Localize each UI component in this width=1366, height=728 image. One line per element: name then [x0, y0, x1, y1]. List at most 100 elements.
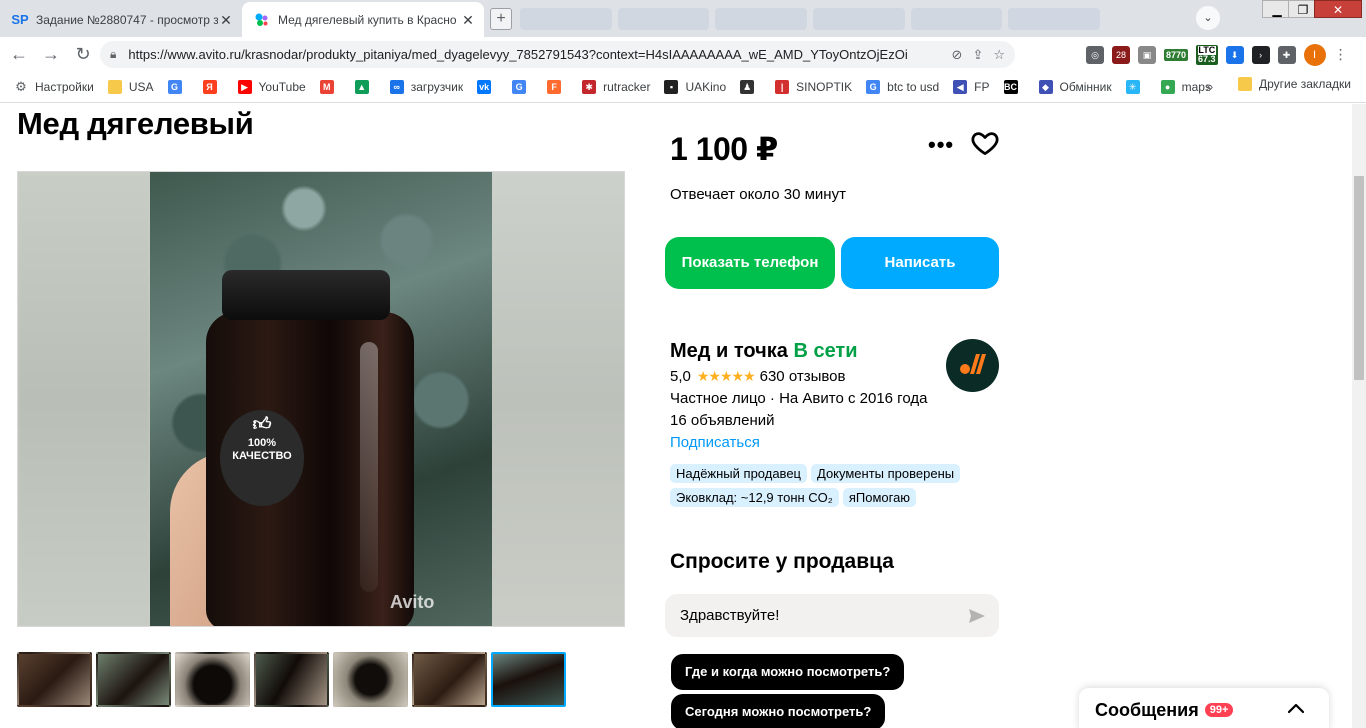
share-icon[interactable]: ⇪ — [972, 47, 983, 63]
bookmark-item[interactable]: ◆ Обмінник — [1038, 79, 1112, 94]
terminal-icon[interactable]: › — [1251, 45, 1270, 64]
seller-ads-count[interactable]: 16 объявлений — [670, 412, 775, 429]
bookmark-item[interactable]: G — [512, 79, 533, 94]
seller-name[interactable]: Мед и точка В сети — [670, 340, 858, 363]
bookmark-item[interactable]: Gbtc to usd — [866, 79, 940, 94]
profile-avatar[interactable]: I — [1303, 43, 1326, 66]
close-icon[interactable]: ✕ — [218, 12, 234, 28]
badge-documents[interactable]: Документы проверены — [811, 464, 961, 483]
ask-input-value[interactable]: Здравствуйте! — [680, 607, 779, 624]
thumbnail[interactable] — [254, 652, 329, 707]
yandex-icon: Я — [202, 79, 217, 94]
browser-tab-strip: SP Задание №2880747 - просмотр з ✕ Мед д… — [0, 0, 1366, 37]
bookmark-item[interactable]: ✱ rutracker — [582, 79, 650, 94]
subscribe-link[interactable]: Подписаться — [670, 434, 760, 451]
thumbnail[interactable] — [96, 652, 171, 707]
bookmark-label: загрузчик — [410, 79, 464, 94]
extensions-area: ◎ 28 ▣ 8770 LTC 67.3 ⬇ › ✚ I ⋮ — [1086, 41, 1348, 68]
badge-reliable[interactable]: Надёжный продавец — [670, 464, 807, 483]
write-message-button[interactable]: Написать — [841, 237, 999, 289]
ublock-icon[interactable]: 28 — [1112, 45, 1130, 64]
thumbnail[interactable] — [412, 652, 487, 707]
bookmark-item[interactable]: USA — [107, 79, 154, 94]
bookmark-item[interactable]: ∞ загрузчик — [389, 79, 464, 94]
bookmark-item[interactable]: ▶ YouTube — [237, 79, 306, 94]
background-tabs — [520, 8, 1101, 30]
url-text[interactable]: https://www.avito.ru/krasnodar/produkty_… — [128, 47, 941, 62]
seller-logo-icon — [960, 354, 986, 374]
bookmark-label: UAKino — [685, 79, 727, 94]
other-bookmarks-folder[interactable]: Другие закладки — [1238, 77, 1351, 91]
address-bar[interactable]: 🔒︎ https://www.avito.ru/krasnodar/produk… — [100, 41, 1015, 68]
drive-icon: ▲ — [354, 79, 369, 94]
badge-help[interactable]: яПомогаю — [842, 488, 917, 507]
close-window-button[interactable]: ✕ — [1314, 0, 1362, 18]
bookmark-item[interactable]: ▪ UAKino — [664, 79, 727, 94]
quick-question-chip[interactable]: Сегодня можно посмотреть? — [671, 694, 886, 728]
badge-eco[interactable]: Эковклад: ~12,9 тонн CO₂ — [670, 488, 839, 507]
bookmark-label: btc to usd — [887, 79, 940, 94]
send-icon[interactable] — [967, 606, 987, 626]
back-icon[interactable]: ← — [6, 41, 32, 67]
bookmark-item[interactable]: BC — [1003, 79, 1025, 94]
favorite-heart-icon[interactable] — [970, 128, 1000, 158]
seller-rating[interactable]: 5,0 ★★★★★ 630 отзывов — [670, 368, 845, 385]
reload-icon[interactable]: ↻ — [70, 41, 96, 67]
reviews-count[interactable]: 630 отзывов — [760, 368, 846, 385]
thumbnail[interactable] — [175, 652, 250, 707]
blocked-popup-icon[interactable]: ⊘ — [952, 47, 963, 63]
show-phone-button[interactable]: Показать телефон — [665, 237, 835, 289]
thumbnail[interactable] — [333, 652, 408, 707]
bookmark-item[interactable]: ♟ — [740, 79, 761, 94]
google-icon: G — [167, 79, 182, 94]
globe-icon[interactable]: ◎ — [1086, 45, 1104, 64]
bookmark-item[interactable]: Я — [202, 79, 224, 94]
lock-icon[interactable]: 🔒︎ — [110, 47, 116, 62]
browser-toolbar: ← → ↻ 🔒︎ https://www.avito.ru/krasnodar/… — [0, 37, 1366, 71]
briefcase-icon[interactable]: ▣ — [1138, 45, 1156, 64]
sinoptik-icon: | — [775, 79, 790, 94]
thumbnail[interactable] — [17, 652, 92, 707]
close-icon[interactable]: ✕ — [460, 12, 476, 28]
bookmark-label: Обмінник — [1059, 79, 1112, 94]
sticker-bottom: КАЧЕСТВО — [232, 450, 292, 462]
forward-icon[interactable]: → — [38, 41, 64, 67]
page-scrollbar[interactable] — [1352, 104, 1366, 728]
gmail-icon: M — [319, 79, 334, 94]
bookmark-star-icon[interactable]: ☆ — [993, 47, 1005, 63]
puzzle-icon[interactable]: ✚ — [1277, 45, 1296, 64]
quick-question-chip[interactable]: Где и когда можно посмотреть? — [671, 654, 905, 690]
bookmark-item[interactable]: vk — [477, 79, 498, 94]
btc-price-badge[interactable]: 8770 — [1164, 48, 1189, 61]
bookmark-item[interactable]: G — [167, 79, 189, 94]
kebab-menu-icon[interactable]: ⋮ — [1334, 46, 1348, 63]
photo-gallery[interactable]: 👍︎ 100% КАЧЕСТВО Avito — [17, 171, 625, 627]
bookmark-item[interactable]: ◀ FP — [953, 79, 990, 94]
bookmark-item[interactable]: ▲ — [354, 79, 376, 94]
messages-panel[interactable]: Сообщения 99+ — [1079, 688, 1329, 728]
seller-avatar[interactable] — [946, 339, 999, 392]
seller-name-text[interactable]: Мед и точка — [670, 340, 788, 362]
more-options-icon[interactable]: ••• — [928, 132, 954, 158]
bookmark-item[interactable]: ⚙ Настройки — [14, 79, 94, 94]
tab-avito[interactable]: Мед дягелевый купить в Красно ✕ — [242, 2, 484, 37]
bookmarks-bar: ⚙ Настройки USA G Я ▶ YouTube M ▲ ∞ загрузчик vk G F ✱… — [0, 71, 1366, 103]
bookmark-item[interactable]: ● maps — [1160, 79, 1211, 94]
chevron-up-icon[interactable] — [1285, 698, 1307, 720]
bookmark-item[interactable]: | SINOPTIK — [775, 79, 852, 94]
bookmark-item[interactable]: M — [319, 79, 341, 94]
tab-search-icon[interactable]: ⌄ — [1196, 6, 1220, 30]
bookmark-item[interactable]: F — [547, 79, 568, 94]
ask-seller-title: Спросите у продавца — [670, 550, 894, 573]
ltc-price-badge[interactable]: LTC 67.3 — [1196, 44, 1218, 65]
scrollbar-thumb[interactable] — [1354, 176, 1364, 380]
ask-seller-input[interactable]: Здравствуйте! — [665, 594, 999, 637]
main-photo[interactable]: 👍︎ 100% КАЧЕСТВО Avito — [150, 172, 492, 626]
thumbnail-selected[interactable] — [491, 652, 566, 707]
download-icon[interactable]: ⬇ — [1225, 45, 1244, 64]
tab-task[interactable]: SP Задание №2880747 - просмотр з ✕ — [0, 2, 242, 37]
new-tab-button[interactable]: + — [490, 8, 512, 30]
bookmark-item[interactable]: ✳ — [1125, 79, 1147, 94]
bookmarks-more-icon[interactable]: » — [1206, 79, 1213, 94]
messages-label[interactable]: Сообщения — [1095, 700, 1199, 721]
